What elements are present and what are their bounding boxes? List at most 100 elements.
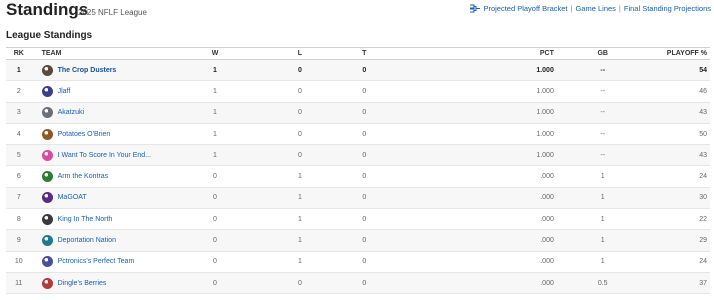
team-logo-icon[interactable]: [41, 192, 53, 204]
wins-cell: 0: [213, 215, 217, 223]
team-cell: Deportation Nation: [32, 230, 191, 251]
team-cell: Dingle's Berries: [32, 272, 191, 293]
playoff-pct-cell: 43: [699, 151, 707, 159]
team-cell: Arm the Kontras: [32, 166, 191, 187]
rank-cell: 5: [16, 151, 21, 159]
losses-cell: 0: [297, 151, 302, 159]
ties-cell: 0: [362, 194, 367, 202]
team-name-link[interactable]: Akatzuki: [58, 109, 84, 116]
team-cell: Jlaff: [32, 81, 191, 102]
playoff-pct-cell: 24: [699, 258, 707, 266]
table-row: 6 Arm the Kontras 0 1 0 .000 1 24: [6, 166, 710, 188]
games-behind-cell: --: [600, 66, 606, 74]
playoff-pct-cell: 22: [699, 215, 707, 223]
playoff-pct-cell: 54: [699, 66, 707, 74]
column-header-pct[interactable]: PCT: [368, 48, 554, 60]
page-title: Standings: [6, 0, 89, 19]
table-row: 9 Deportation Nation 0 1 0 .000 1 29: [6, 229, 710, 252]
team-cell: Potatoes O'Brien: [32, 123, 191, 144]
wins-cell: 1: [213, 87, 217, 95]
column-header-w[interactable]: W: [191, 48, 240, 60]
table-header-row: RK TEAM W L T PCT GB PLAYOFF %: [6, 47, 710, 60]
link-separator: |: [570, 4, 573, 13]
link-separator: |: [618, 4, 621, 13]
pct-cell: 1.000: [536, 130, 554, 138]
table-row: 5 I Want To Score In Your End... 1 0 0 1.000 -…: [6, 144, 710, 166]
column-header-rk[interactable]: RK: [6, 48, 32, 60]
losses-cell: 1: [297, 258, 302, 266]
column-header-playoff[interactable]: PLAYOFF %: [652, 48, 710, 60]
pct-cell: .000: [540, 258, 554, 266]
team-logo-icon[interactable]: [41, 85, 53, 97]
table-row: 3 Akatzuki 1 0 0 1.000 -- 43: [6, 102, 710, 124]
team-name-link[interactable]: Pctronics's Perfect Team: [58, 258, 135, 265]
projected-playoff-bracket-link[interactable]: Projected Playoff Bracket: [483, 4, 567, 13]
games-behind-cell: --: [600, 130, 606, 138]
team-cell: I Want To Score In Your End...: [32, 145, 191, 166]
pct-cell: .000: [540, 237, 554, 245]
team-logo-icon[interactable]: [41, 64, 53, 76]
team-logo-icon[interactable]: [41, 235, 53, 247]
wins-cell: 0: [213, 173, 217, 181]
page-header: Standings 2025 NFLF League Projected Pla…: [0, 0, 714, 24]
wins-cell: 0: [213, 258, 217, 266]
wins-cell: 0: [213, 237, 217, 245]
losses-cell: 0: [297, 109, 302, 117]
wins-cell: 1: [213, 151, 217, 159]
column-header-team[interactable]: TEAM: [32, 48, 191, 60]
playoff-pct-cell: 37: [699, 279, 707, 287]
pct-cell: 1.000: [536, 66, 554, 74]
rank-cell: 7: [16, 194, 21, 202]
team-name-link[interactable]: Arm the Kontras: [58, 173, 109, 180]
ties-cell: 0: [362, 173, 367, 181]
games-behind-cell: 1: [600, 258, 605, 266]
team-name-link[interactable]: MaGOAT: [58, 194, 87, 201]
losses-cell: 1: [297, 237, 302, 245]
games-behind-cell: 1: [600, 215, 605, 223]
rank-cell: 6: [16, 173, 21, 181]
team-name-link[interactable]: The Crop Dusters: [58, 67, 117, 74]
playoff-pct-cell: 29: [699, 237, 707, 245]
losses-cell: 0: [297, 279, 302, 287]
game-lines-link[interactable]: Game Lines: [575, 4, 615, 13]
team-name-link[interactable]: Jlaff: [58, 88, 71, 95]
team-logo-icon[interactable]: [41, 171, 53, 183]
rank-cell: 1: [16, 66, 21, 74]
team-name-link[interactable]: Deportation Nation: [58, 237, 116, 244]
team-cell: MaGOAT: [32, 187, 191, 208]
pct-cell: .000: [540, 194, 554, 202]
team-logo-icon[interactable]: [41, 107, 53, 119]
games-behind-cell: --: [600, 87, 606, 95]
team-logo-icon[interactable]: [41, 128, 53, 140]
team-logo-icon[interactable]: [41, 277, 53, 289]
games-behind-cell: 1: [600, 194, 605, 202]
table-row: 2 Jlaff 1 0 0 1.000 -- 46: [6, 81, 710, 103]
ties-cell: 0: [362, 279, 367, 287]
bracket-icon: [470, 4, 481, 13]
rank-cell: 2: [16, 87, 21, 95]
column-header-l[interactable]: L: [239, 48, 360, 60]
team-name-link[interactable]: Potatoes O'Brien: [58, 131, 111, 138]
games-behind-cell: 1: [600, 237, 605, 245]
column-header-gb[interactable]: GB: [554, 48, 652, 60]
pct-cell: 1.000: [536, 87, 554, 95]
team-logo-icon[interactable]: [41, 213, 53, 225]
final-standing-projections-link[interactable]: Final Standing Projections: [624, 4, 711, 13]
pct-cell: .000: [540, 279, 554, 287]
table-row: 8 King In The North 0 1 0 .000 1 22: [6, 209, 710, 230]
ties-cell: 0: [362, 66, 367, 74]
ties-cell: 0: [362, 215, 367, 223]
rank-cell: 4: [16, 130, 21, 138]
games-behind-cell: 1: [600, 173, 605, 181]
team-logo-icon[interactable]: [41, 149, 53, 161]
pct-cell: 1.000: [536, 109, 554, 117]
team-logo-icon[interactable]: [41, 256, 53, 268]
team-name-link[interactable]: King In The North: [58, 216, 113, 223]
team-cell: The Crop Dusters: [32, 60, 191, 81]
team-name-link[interactable]: Dingle's Berries: [58, 280, 107, 287]
team-name-link[interactable]: I Want To Score In Your End...: [58, 152, 151, 159]
page-subtitle: 2025 NFLF League: [78, 8, 147, 17]
column-header-t[interactable]: T: [360, 48, 368, 60]
losses-cell: 0: [297, 87, 302, 95]
ties-cell: 0: [362, 130, 367, 138]
